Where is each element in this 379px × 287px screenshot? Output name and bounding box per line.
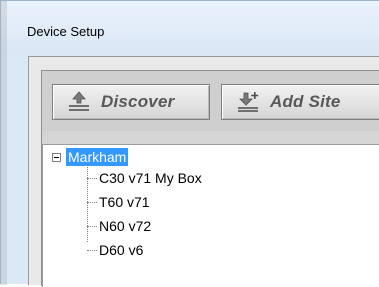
toolbar: Discover Add Site [42, 71, 379, 131]
tree-node[interactable]: T60 v71 [87, 192, 150, 212]
tree-node-label: C30 v71 My Box [99, 170, 202, 186]
tree-node[interactable]: N60 v72 [87, 216, 151, 236]
discover-button[interactable]: Discover [52, 84, 210, 120]
tree-branch-line [87, 249, 97, 251]
discover-label: Discover [101, 92, 175, 111]
setup-panel: Discover Add Site Markham C30 v71 My Box… [41, 70, 379, 287]
collapse-minus-icon[interactable] [52, 153, 61, 162]
add-site-label: Add Site [270, 92, 341, 111]
tree-node[interactable]: D60 v6 [87, 240, 143, 260]
title-bar[interactable]: Device Setup [1, 1, 379, 55]
client-area: Discover Add Site Markham C30 v71 My Box… [28, 56, 379, 287]
tree-branch-line [87, 177, 97, 179]
window-title: Device Setup [27, 24, 105, 39]
discover-icon [69, 91, 89, 111]
tree-node[interactable]: C30 v71 My Box [87, 168, 202, 188]
tree-root-markham[interactable]: Markham [66, 148, 129, 166]
tree-node-label: D60 v6 [99, 242, 144, 258]
tree-node-label: T60 v71 [99, 194, 150, 210]
device-setup-window: Device Setup Discover Add Site Markham C… [0, 0, 379, 287]
tree-node-label: N60 v72 [99, 218, 152, 234]
device-tree[interactable]: Markham C30 v71 My Box T60 v71 N60 v72 D… [42, 144, 379, 287]
tree-branch-line [87, 225, 97, 227]
window-left-edge [1, 1, 7, 285]
add-site-icon [238, 92, 259, 112]
add-site-button[interactable]: Add Site [221, 84, 379, 120]
tree-branch-line [87, 201, 97, 203]
